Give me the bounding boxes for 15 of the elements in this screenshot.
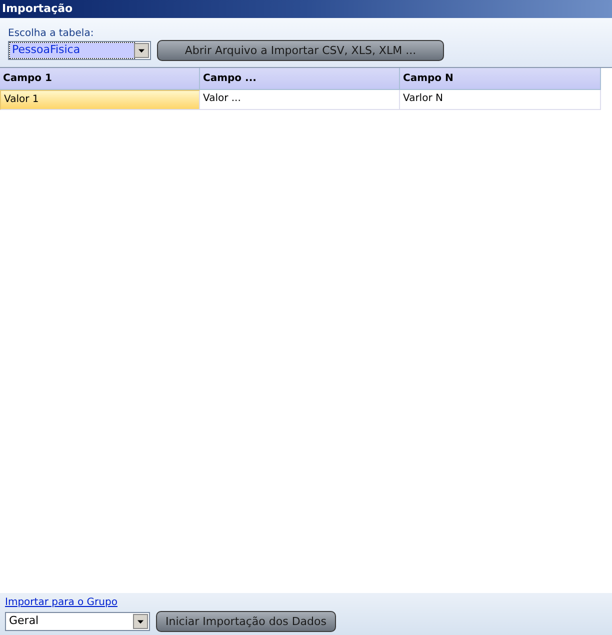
column-header[interactable]: Campo ... bbox=[200, 68, 400, 90]
caret-icon bbox=[133, 614, 148, 629]
start-import-button[interactable]: Iniciar Importação dos Dados bbox=[156, 611, 336, 632]
column-header[interactable]: Campo 1 bbox=[0, 68, 200, 90]
table-cell[interactable]: Varlor N bbox=[400, 90, 601, 110]
table-cell[interactable]: Valor ... bbox=[200, 90, 400, 110]
open-file-button[interactable]: Abrir Arquivo a Importar CSV, XLS, XLM ... bbox=[157, 40, 444, 61]
dropdown[interactable]: PessoaFisica bbox=[8, 41, 151, 60]
column-header[interactable]: Campo N bbox=[400, 68, 601, 90]
caret-icon bbox=[134, 43, 149, 58]
window-title: Importação bbox=[0, 0, 612, 18]
dropdown[interactable]: Geral bbox=[5, 612, 150, 631]
field-label: Escolha a tabela: bbox=[8, 28, 95, 39]
table-cell[interactable]: Valor 1 bbox=[0, 90, 200, 110]
group-link[interactable]: Importar para o Grupo bbox=[5, 597, 118, 608]
